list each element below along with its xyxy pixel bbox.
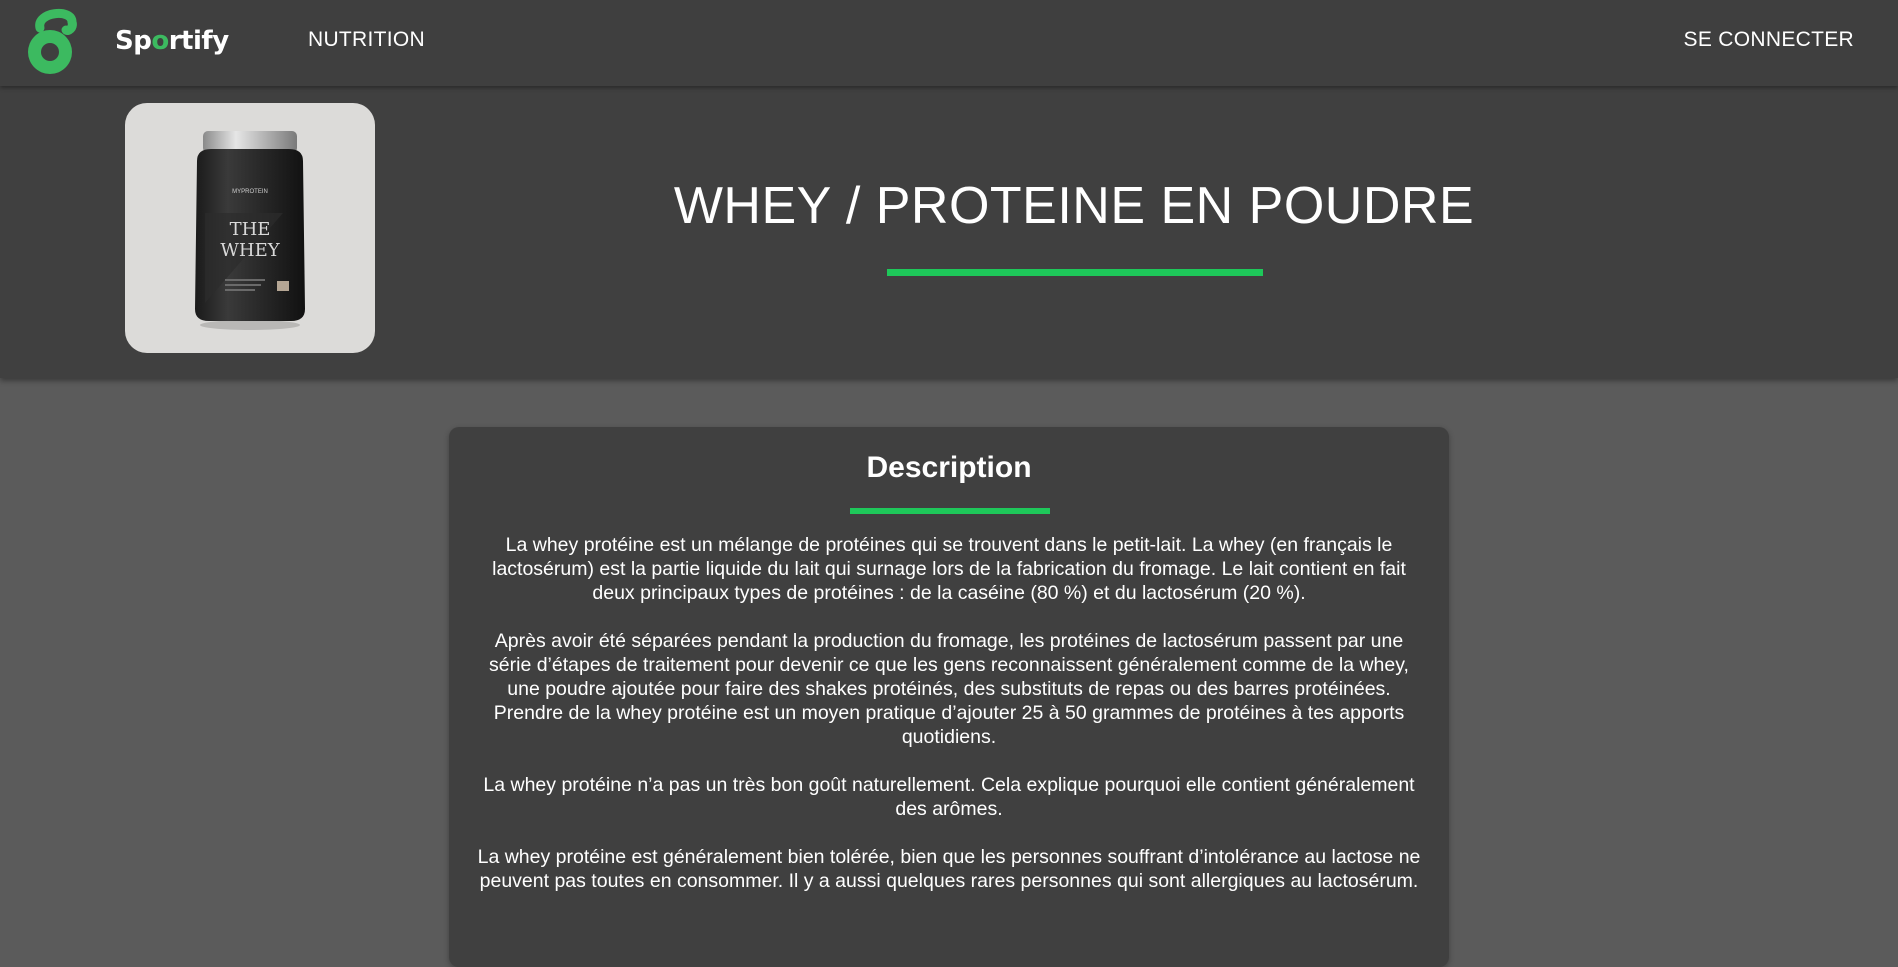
description-underline: [850, 508, 1050, 514]
product-hero: MYPROTEIN THE WHEY WHEY / PROTEINE EN PO…: [0, 86, 1898, 378]
description-paragraph: La whey protéine est généralement bien t…: [477, 846, 1421, 892]
description-paragraph: Après avoir été séparées pendant la prod…: [489, 630, 1409, 748]
brand-logo[interactable]: Sportify: [115, 26, 229, 56]
title-underline: [887, 269, 1263, 276]
nav-link-nutrition[interactable]: NUTRITION: [308, 28, 425, 52]
page-title: WHEY / PROTEINE EN POUDRE: [673, 177, 1475, 235]
top-navbar: Sportify NUTRITION SE CONNECTER: [0, 0, 1898, 86]
brand-o: o: [151, 26, 169, 56]
protein-jar-image: MYPROTEIN THE WHEY: [195, 131, 305, 330]
kettlebell-icon[interactable]: [22, 8, 86, 76]
jar-title-line1: THE: [230, 219, 271, 240]
product-image-card: MYPROTEIN THE WHEY: [125, 103, 375, 353]
brand-suffix: rtify: [168, 26, 229, 56]
description-title: Description: [866, 451, 1032, 484]
description-card: Description La whey protéine est un méla…: [449, 427, 1449, 967]
login-link[interactable]: SE CONNECTER: [1684, 28, 1854, 52]
jar-title-line2: WHEY: [220, 240, 280, 261]
description-body: La whey protéine est un mélange de proté…: [474, 533, 1424, 917]
jar-brand-text: MYPROTEIN: [232, 189, 268, 195]
description-paragraph: La whey protéine est un mélange de proté…: [492, 534, 1406, 604]
description-paragraph: La whey protéine n’a pas un très bon goû…: [483, 774, 1415, 820]
brand-prefix: Sp: [115, 26, 152, 56]
